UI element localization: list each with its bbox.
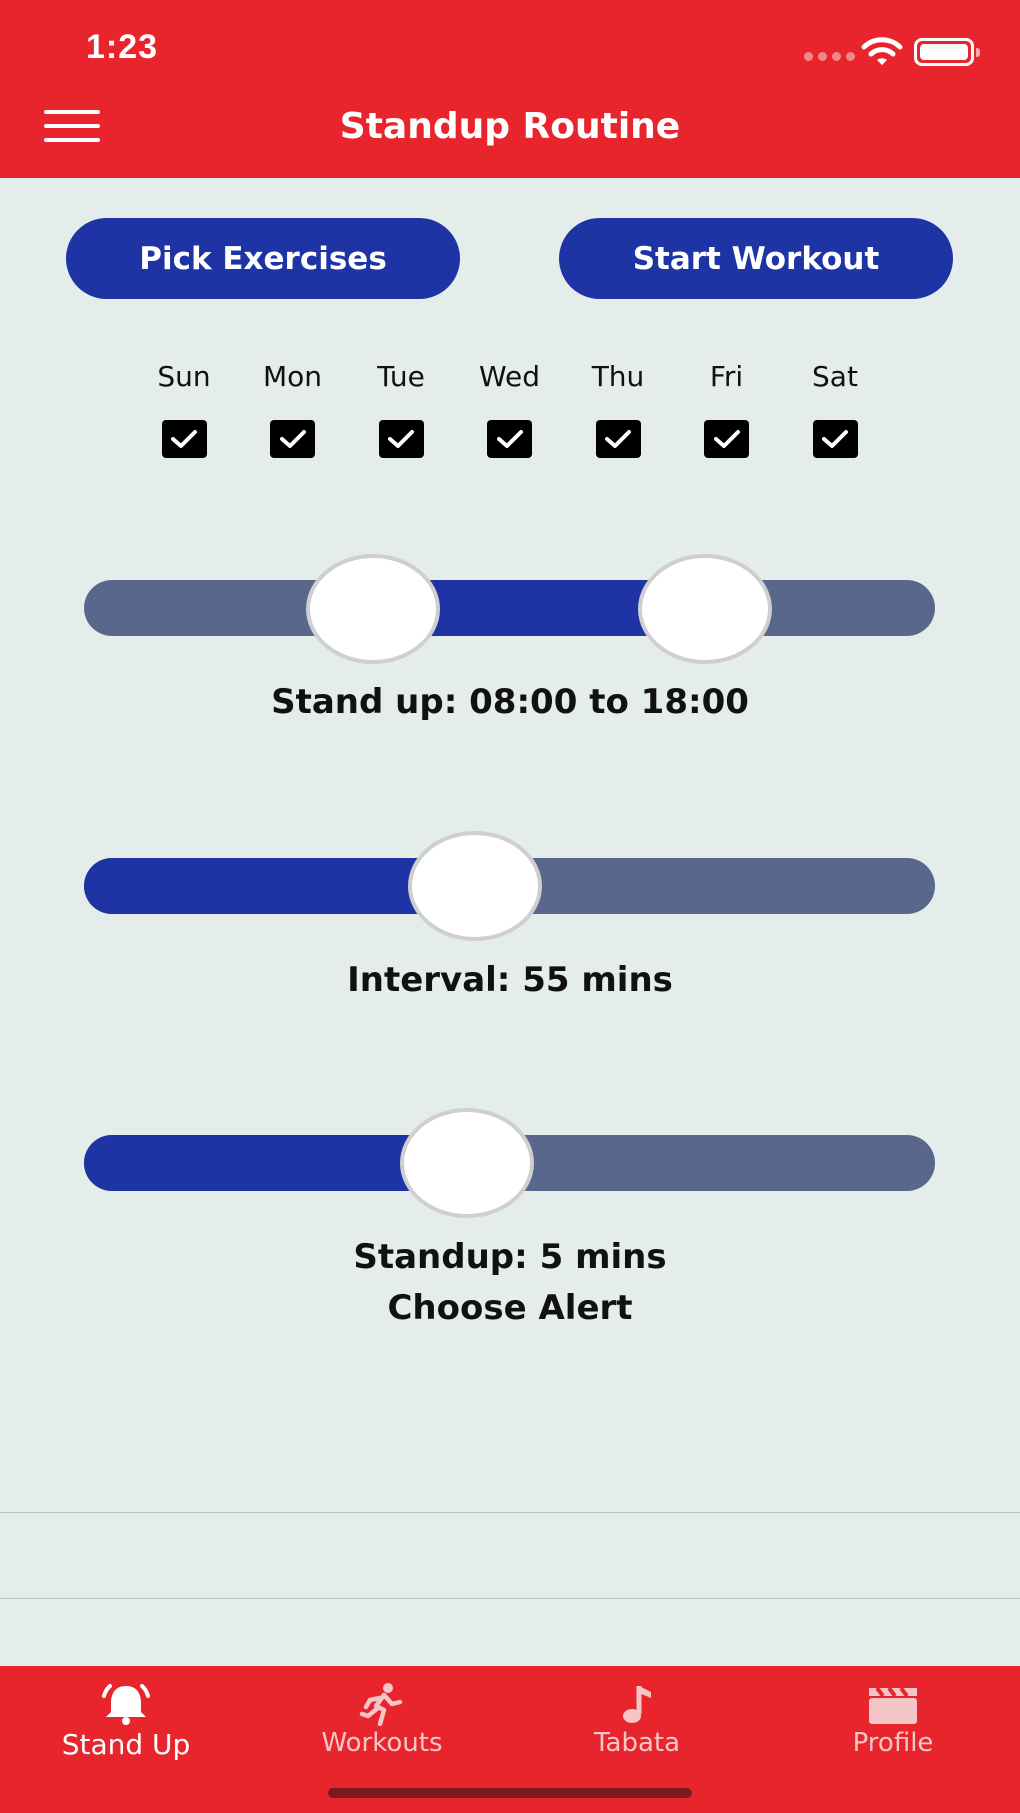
day-sat: Sat: [785, 360, 885, 458]
day-label: Mon: [262, 360, 323, 393]
day-label: Sun: [157, 360, 211, 393]
checkmark-icon: [496, 430, 523, 448]
day-checkbox[interactable]: [595, 420, 641, 458]
day-checkbox[interactable]: [270, 420, 315, 458]
tab-label: Workouts: [321, 1728, 443, 1758]
day-checkbox[interactable]: [161, 420, 207, 458]
divider: [0, 1512, 1020, 1513]
day-checkbox[interactable]: [487, 420, 532, 458]
range-start-thumb[interactable]: [306, 554, 441, 664]
tab-stand-up[interactable]: Stand Up: [26, 1666, 226, 1776]
checkmark-icon: [713, 430, 740, 448]
divider: [0, 1598, 1020, 1599]
day-tue: Tue: [351, 360, 451, 458]
home-indicator: [328, 1788, 692, 1798]
day-thu: Thu: [568, 360, 668, 458]
standup-range-label: Stand up: 08:00 to 18:00: [271, 682, 749, 722]
interval-label: Interval: 55 mins: [347, 960, 673, 1000]
status-time: 1:23: [86, 28, 159, 66]
pick-exercises-button[interactable]: Pick Exercises: [66, 218, 460, 299]
music-note-icon: [623, 1686, 651, 1723]
running-person-icon: [359, 1683, 403, 1726]
start-workout-button[interactable]: Start Workout: [559, 218, 953, 299]
tab-label: Tabata: [593, 1728, 681, 1758]
checkmark-icon: [388, 430, 414, 448]
tab-tabata[interactable]: Tabata: [537, 1666, 737, 1776]
interval-thumb[interactable]: [408, 831, 543, 941]
day-label: Thu: [591, 360, 645, 393]
bell-icon: [102, 1684, 150, 1725]
app-header: 1:23 Standup Routine: [0, 0, 1020, 178]
day-sun: Sun: [134, 360, 234, 458]
standup-duration-label: Standup: 5 mins: [353, 1237, 667, 1277]
day-checkbox[interactable]: [704, 420, 749, 458]
cellular-signal-icon: [804, 52, 855, 61]
page-title: Standup Routine: [339, 106, 681, 147]
tab-label: Stand Up: [61, 1728, 191, 1761]
checkmark-icon: [279, 430, 306, 448]
day-mon: Mon: [243, 360, 343, 458]
day-label: Sat: [812, 360, 858, 393]
day-checkbox[interactable]: [812, 420, 858, 458]
duration-thumb[interactable]: [399, 1108, 534, 1218]
wifi-icon: [861, 37, 903, 65]
tab-workouts[interactable]: Workouts: [282, 1666, 482, 1776]
checkmark-icon: [171, 430, 197, 448]
clapperboard-icon: [869, 1686, 917, 1724]
battery-icon: [914, 38, 980, 66]
day-label: Fri: [709, 360, 744, 393]
day-label: Wed: [478, 360, 541, 393]
tab-label: Profile: [852, 1728, 934, 1758]
day-label: Tue: [377, 360, 425, 393]
standup-time-range-slider[interactable]: [84, 580, 935, 636]
choose-alert-link[interactable]: Choose Alert: [0, 1288, 1020, 1328]
range-end-thumb[interactable]: [638, 554, 773, 664]
day-checkbox[interactable]: [378, 420, 424, 458]
checkmark-icon: [605, 430, 631, 448]
day-fri: Fri: [677, 360, 777, 458]
day-wed: Wed: [460, 360, 560, 458]
tab-profile[interactable]: Profile: [793, 1666, 993, 1776]
checkmark-icon: [822, 430, 848, 448]
